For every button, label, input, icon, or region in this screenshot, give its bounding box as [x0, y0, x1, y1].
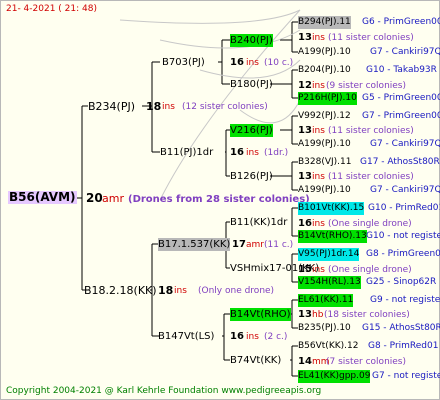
gen2-num-2: 16 [230, 147, 244, 158]
gen4-queen-9[interactable]: A199(PJ).10 [298, 138, 351, 151]
gen3-num-8: 14 [298, 356, 312, 367]
gen4-info-20: G8 - PrimRed01 [368, 341, 439, 351]
gen4-code-18: hb [312, 310, 324, 320]
copyright-footer: Copyright 2004-2021 @ Karl Kehrle Founda… [6, 386, 322, 396]
root-code: amr [102, 192, 124, 205]
gen4-info-6: G5 - PrimGreen00 [362, 93, 440, 103]
gen3-queen-7[interactable]: B14Vt(RHO) [230, 308, 291, 321]
gen4-info-17: G9 - not registe [370, 295, 440, 305]
gen2-code-3: amr [246, 240, 264, 250]
gen4-queen-17[interactable]: EL61(KK).11 [298, 294, 354, 307]
gen2-num-3: 17 [232, 239, 246, 250]
gen2-note-4: (2 c.) [264, 332, 288, 342]
gen2-queen-4[interactable]: B147Vt(LS) [158, 330, 214, 343]
gen3-queen-2[interactable]: B180(PJ) [230, 78, 273, 91]
gen2-num-1: 16 [230, 57, 244, 68]
gen1-num-1: 18 [146, 100, 162, 113]
root-note: (Drones from 28 sister colonies) [128, 194, 310, 205]
gen4-queen-7[interactable]: V992(PJ).12 [298, 110, 351, 123]
gen4-queen-13[interactable]: B101Vt(KK).15 [298, 202, 365, 215]
gen3-note-8: (7 sister colonies) [326, 357, 407, 367]
gen4-num-18: 13 [298, 309, 312, 320]
gen1-code-1: ins [162, 102, 175, 112]
gen4-queen-3[interactable]: A199(PJ).10 [298, 46, 351, 59]
gen3-num-5: 16 [298, 218, 312, 229]
gen4-note-18: (18 sister colonies) [324, 310, 410, 320]
gen4-info-4: G10 - Takab93R [366, 65, 437, 75]
gen4-info-9: G7 - Cankiri97Q [370, 139, 440, 149]
gen4-queen-19[interactable]: B235(PJ).10 [298, 322, 351, 335]
gen4-info-16: G25 - Sinop62R [366, 277, 437, 287]
gen1-note-1: (12 sister colonies) [182, 102, 268, 112]
gen4-info-14: G10 - not registe [366, 231, 440, 241]
root-num: 20 [86, 191, 103, 205]
gen4-queen-16[interactable]: V154H(RL).13 [298, 276, 361, 289]
gen4-note-2: (11 sister colonies) [328, 33, 414, 43]
gen4-code-8: ins [312, 126, 325, 136]
gen4-queen-1[interactable]: B294(PJ).11 [298, 16, 351, 29]
gen4-num-5: 12 [298, 80, 312, 91]
gen1-queen-2[interactable]: B18.2.18(KK) [84, 284, 157, 297]
gen4-info-1: G6 - PrimGreen00 [362, 17, 440, 27]
report-date: 21- 4-2021 ( 21: 48) [6, 4, 97, 14]
gen4-note-11: (11 sister colonies) [328, 172, 414, 182]
root-queen[interactable]: B56(AVM) [8, 191, 77, 204]
gen2-queen-1[interactable]: B703(PJ) [162, 56, 205, 69]
gen3-queen-1[interactable]: B240(PJ) [230, 34, 273, 47]
gen4-info-15: G8 - PrimGreen00 [366, 249, 440, 259]
gen4-num-11: 13 [298, 171, 312, 182]
gen4-info-13: G10 - PrimRed01 [368, 203, 440, 213]
gen2-queen-2[interactable]: B11(PJ)1dr [160, 146, 213, 159]
gen2-code-4: ins [246, 332, 259, 342]
gen2-note-1: (10 c.) [264, 58, 294, 68]
gen2-num-4: 16 [230, 331, 244, 342]
gen2-code-2: ins [246, 148, 259, 158]
gen2-note-3: (11 c.) [264, 240, 294, 250]
gen3-queen-5[interactable]: B11(KK)1dr [230, 216, 287, 229]
gen4-note-8: (11 sister colonies) [328, 126, 414, 136]
gen4-num-8: 13 [298, 125, 312, 136]
gen4-code-2: ins [312, 33, 325, 43]
gen4-queen-20[interactable]: B56Vt(KK).12 [298, 340, 358, 353]
gen4-queen-14[interactable]: B14Vt(RHO).13 [298, 230, 367, 243]
gen3-queen-4[interactable]: B126(PJ) [230, 170, 273, 183]
gen2-queen-3[interactable]: B17.1.537(KK) [158, 238, 231, 251]
gen2-code-1: ins [246, 58, 259, 68]
gen2-note-2: (1dr.) [264, 148, 289, 158]
gen4-info-10: G17 - AthosSt80R [360, 157, 440, 167]
gen4-info-19: G15 - AthosSt80R [362, 323, 440, 333]
gen4-queen-21[interactable]: EL41(KK)gpp.09 [298, 370, 371, 383]
gen4-queen-15[interactable]: V95(PJ)1dr.14 [298, 248, 360, 261]
gen1-queen-1[interactable]: B234(PJ) [88, 100, 135, 113]
gen4-queen-12[interactable]: A199(PJ).10 [298, 184, 351, 197]
gen4-queen-4[interactable]: B204(PJ).10 [298, 64, 351, 77]
gen4-info-3: G7 - Cankiri97Q [370, 47, 440, 57]
gen3-queen-8[interactable]: B74Vt(KK) [230, 354, 281, 367]
gen4-queen-10[interactable]: B328(VJ).11 [298, 156, 352, 169]
gen4-num-2: 13 [298, 32, 312, 43]
gen1-note-2: (Only one drone) [198, 286, 275, 296]
gen3-queen-3[interactable]: V216(PJ) [230, 124, 273, 137]
gen4-code-11: ins [312, 172, 325, 182]
gen3-num-6: 15 [298, 264, 312, 275]
gen1-num-2: 18 [158, 284, 174, 297]
gen4-info-12: G7 - Cankiri97Q [370, 185, 440, 195]
gen4-queen-6[interactable]: P216H(PJ).10 [298, 92, 357, 105]
gen1-code-2: ins [174, 286, 187, 296]
gen4-info-21: G7 - not registe [372, 371, 440, 381]
gen4-info-7: G7 - PrimGreen00 [362, 111, 440, 121]
